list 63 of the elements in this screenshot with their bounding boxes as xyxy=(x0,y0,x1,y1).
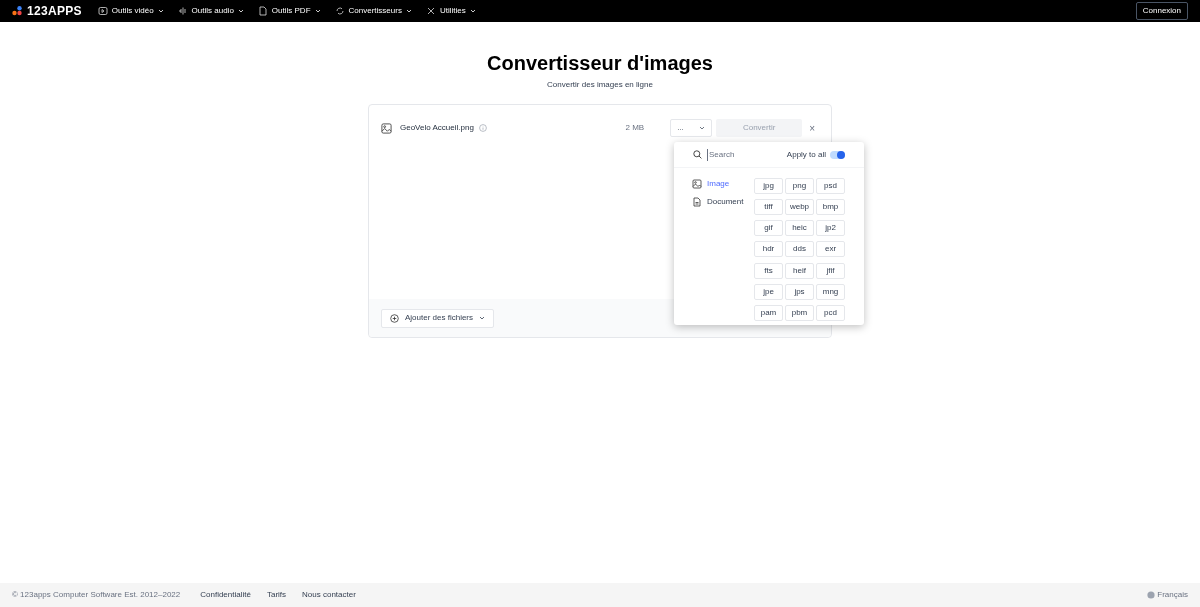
format-option[interactable]: gif xyxy=(754,220,783,237)
format-option[interactable]: fts xyxy=(754,262,783,279)
add-files-button[interactable]: Ajouter des fichiers xyxy=(381,308,495,328)
category-item[interactable]: Image xyxy=(692,178,754,190)
language-button[interactable]: Français xyxy=(1147,589,1188,601)
login-button[interactable]: Connexion xyxy=(1135,2,1188,20)
apply-to-all-label: Apply to all xyxy=(786,148,826,161)
document-icon xyxy=(257,6,268,16)
nav-menu[interactable]: Outils vidéo xyxy=(97,5,164,17)
page-subtitle: Convertir des images en ligne xyxy=(547,79,653,91)
chevron-icon xyxy=(237,9,244,13)
format-option[interactable]: heif xyxy=(785,262,814,279)
waveform-icon xyxy=(177,6,188,16)
format-option[interactable]: dds xyxy=(785,241,814,258)
format-option[interactable]: pcd xyxy=(816,304,845,321)
format-option[interactable]: jfif xyxy=(816,262,845,279)
apply-to-all-toggle[interactable] xyxy=(830,150,845,159)
format-option[interactable]: tiff xyxy=(754,199,783,216)
plus-circle-icon xyxy=(390,313,399,323)
nav-menu[interactable]: Convertisseurs xyxy=(334,5,412,17)
file-size: 2 MB xyxy=(625,122,645,134)
format-option[interactable]: jp2 xyxy=(816,220,845,237)
chevron-icon xyxy=(699,126,706,130)
search-field[interactable]: Search xyxy=(707,148,767,161)
image-icon xyxy=(692,179,702,189)
format-option[interactable]: jps xyxy=(785,283,814,300)
chevron-icon xyxy=(469,9,476,13)
search-icon xyxy=(693,150,702,159)
footer-link[interactable]: Confidentialité xyxy=(200,589,251,601)
category-item[interactable]: Document xyxy=(692,196,754,208)
format-select[interactable]: ... xyxy=(670,119,713,137)
format-option[interactable]: exr xyxy=(816,241,845,258)
format-option[interactable]: mng xyxy=(816,283,845,300)
format-option[interactable]: jpe xyxy=(754,283,783,300)
document-icon xyxy=(692,197,702,207)
chevron-icon xyxy=(405,9,412,13)
format-option[interactable]: psd xyxy=(816,178,845,194)
format-option[interactable]: bmp xyxy=(816,199,845,216)
refresh-icon xyxy=(334,6,345,16)
page-title: Convertisseur d'images xyxy=(487,51,713,76)
format-option[interactable]: hdr xyxy=(754,241,783,258)
copyright-text: © 123apps Computer Software Est. 2012–2022 xyxy=(12,589,181,601)
format-option[interactable]: jpg xyxy=(754,178,783,194)
chevron-icon xyxy=(157,9,164,13)
nav-menu[interactable]: Outils audio xyxy=(177,5,244,17)
format-option[interactable]: pam xyxy=(754,304,783,321)
format-option[interactable]: webp xyxy=(785,199,814,216)
chevron-icon xyxy=(314,9,321,13)
logo-text[interactable]: 123APPS xyxy=(27,2,82,20)
format-option[interactable]: png xyxy=(785,178,814,194)
footer-link[interactable]: Nous contacter xyxy=(302,589,356,601)
chevron-icon xyxy=(479,316,486,320)
nav-menu[interactable]: Outils PDF xyxy=(257,5,321,17)
logo-icon xyxy=(12,6,23,16)
remove-button[interactable]: × xyxy=(809,120,815,136)
footer-link[interactable]: Tarifs xyxy=(266,589,287,601)
tools-icon xyxy=(425,6,436,16)
format-option[interactable]: heic xyxy=(785,220,814,237)
image-file-icon xyxy=(381,122,392,134)
format-option[interactable]: pbm xyxy=(785,304,814,321)
video-icon xyxy=(97,6,108,16)
file-name: GeoVelo Accueil.png xyxy=(400,122,474,134)
nav-menu[interactable]: Utilities xyxy=(425,5,476,17)
